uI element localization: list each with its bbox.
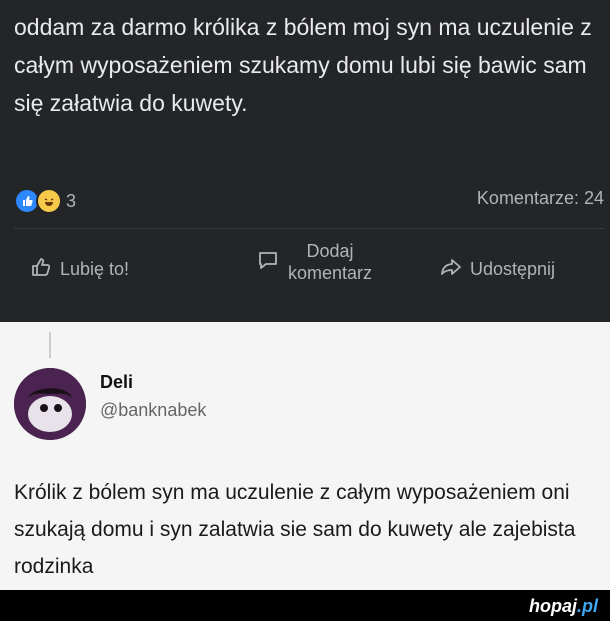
watermark-logo: hopaj.pl	[529, 596, 598, 617]
reaction-count: 3	[66, 190, 77, 211]
reactions-summary[interactable]: 3	[14, 188, 76, 214]
like-button[interactable]: Lubię to!	[30, 256, 129, 283]
comment-bubble-icon	[256, 248, 280, 277]
comment-label: Dodaj komentarz	[288, 240, 372, 284]
action-divider	[14, 228, 604, 229]
haha-reaction-icon	[36, 188, 62, 214]
share-button[interactable]: Udostępnij	[440, 256, 555, 283]
share-arrow-icon	[440, 256, 462, 283]
watermark-tld: .pl	[577, 596, 598, 616]
thumbs-up-icon	[30, 256, 52, 283]
tweet-text: Królik z bólem syn ma uczulenie z całym …	[14, 481, 576, 578]
user-handle[interactable]: @banknabek	[100, 400, 206, 421]
like-label: Lubię to!	[60, 259, 130, 279]
watermark-bar	[0, 590, 610, 621]
avatar[interactable]	[14, 368, 86, 440]
tweet-card: Deli @banknabek Królik z bólem syn ma uc…	[0, 322, 610, 590]
comments-count[interactable]: Komentarze: 24	[477, 188, 604, 209]
comment-button[interactable]: Dodaj komentarz	[256, 240, 372, 284]
thread-line	[49, 332, 51, 358]
facebook-post: oddam za darmo królika z bólem moj syn m…	[0, 0, 610, 322]
comment-label-line2: komentarz	[288, 263, 373, 283]
post-text: oddam za darmo królika z bólem moj syn m…	[14, 14, 592, 116]
display-name[interactable]: Deli	[100, 372, 133, 393]
comment-label-line1: Dodaj	[306, 241, 354, 261]
share-label: Udostępnij	[470, 259, 556, 279]
avatar-image-icon	[14, 368, 86, 440]
watermark-name: hopaj	[529, 596, 577, 616]
post-actions: Lubię to! Dodaj komentarz Udostępnij	[0, 240, 610, 300]
